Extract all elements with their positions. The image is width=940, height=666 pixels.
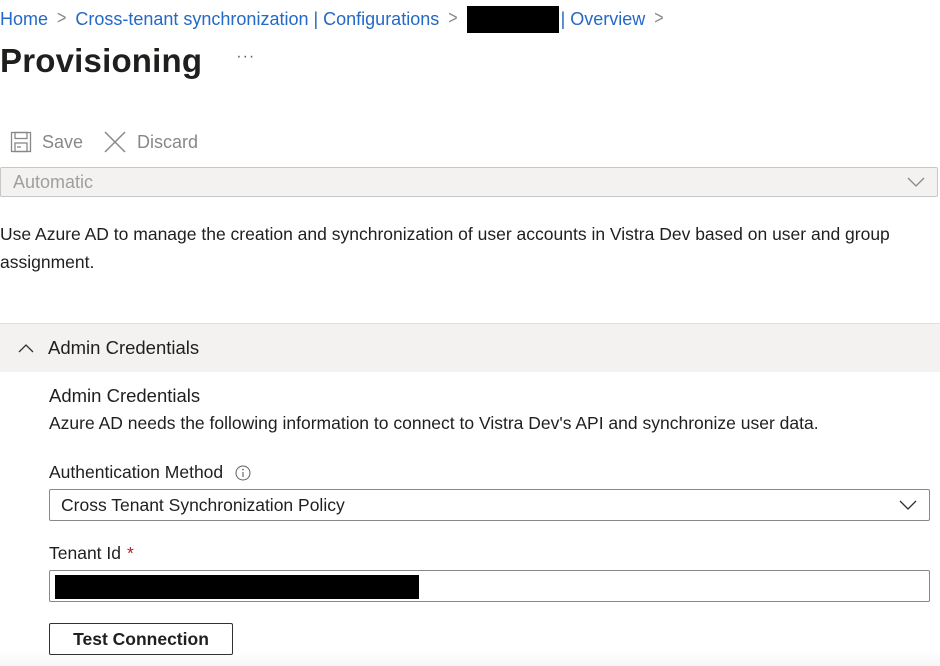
provisioning-mode-value: Automatic: [13, 171, 94, 192]
save-button[interactable]: Save: [10, 131, 83, 153]
redacted-tenant-id: [55, 575, 419, 599]
tenant-id-label-row: Tenant Id *: [49, 543, 134, 564]
discard-label: Discard: [137, 131, 199, 152]
required-marker: *: [127, 543, 134, 563]
save-label: Save: [42, 131, 84, 152]
breadcrumb: Home > Cross-tenant synchronization | Co…: [0, 5, 673, 33]
page-title: Provisioning: [0, 42, 203, 79]
admin-credentials-content: Admin Credentials Azure AD needs the fol…: [49, 385, 929, 434]
auth-method-dropdown[interactable]: Cross Tenant Synchronization Policy: [49, 489, 930, 521]
auth-method-label-row: Authentication Method: [49, 462, 251, 483]
info-icon[interactable]: [235, 465, 251, 481]
breadcrumb-overview[interactable]: | Overview: [561, 9, 646, 30]
close-icon: [104, 131, 126, 153]
more-options-button[interactable]: ···: [236, 48, 255, 66]
provisioning-mode-dropdown[interactable]: Automatic: [0, 167, 938, 197]
chevron-down-icon: [907, 177, 925, 187]
breadcrumb-home[interactable]: Home: [0, 9, 48, 30]
admin-credentials-section-toggle[interactable]: Admin Credentials: [0, 323, 940, 372]
chevron-up-icon: [18, 344, 34, 353]
chevron-right-icon: >: [448, 8, 458, 29]
tenant-id-input[interactable]: [49, 570, 930, 602]
test-connection-button[interactable]: Test Connection: [49, 623, 233, 655]
auth-method-value: Cross Tenant Synchronization Policy: [61, 494, 345, 515]
title-row: Provisioning ···: [0, 42, 255, 80]
redacted-block: [466, 5, 559, 33]
admin-credentials-description: Azure AD needs the following information…: [49, 413, 819, 433]
chevron-down-icon: [899, 500, 917, 510]
chevron-right-icon: >: [57, 8, 67, 29]
provisioning-description: Use Azure AD to manage the creation and …: [0, 224, 890, 272]
command-bar: Save Discard: [10, 130, 198, 154]
auth-method-label: Authentication Method: [49, 462, 224, 482]
chevron-right-icon: >: [654, 8, 664, 29]
save-icon: [10, 131, 32, 153]
tenant-id-label: Tenant Id: [49, 543, 121, 563]
admin-credentials-title: Admin Credentials: [49, 385, 201, 406]
discard-button[interactable]: Discard: [103, 130, 198, 154]
breadcrumb-configurations[interactable]: Cross-tenant synchronization | Configura…: [75, 9, 439, 30]
section-header-label: Admin Credentials: [48, 337, 200, 358]
